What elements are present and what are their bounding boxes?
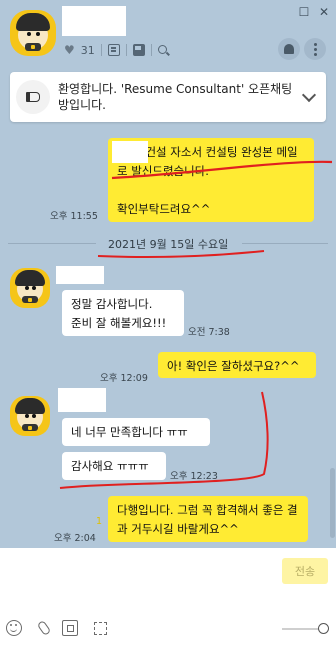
my-message-bubble[interactable]: 다행입니다. 그럼 꼭 합격해서 좋은 결과 거두시길 바랄게요^^: [108, 496, 308, 542]
red-bracket-annotation: [59, 391, 269, 489]
room-name-redacted: [62, 6, 126, 36]
avatar-eye: [25, 414, 29, 418]
header-meta: ♥ 31: [64, 42, 167, 58]
unread-count: 1: [96, 516, 103, 527]
chevron-down-icon[interactable]: [301, 87, 317, 103]
more-icon: [313, 47, 317, 51]
divider-line: [242, 243, 328, 244]
slider-knob[interactable]: [318, 623, 329, 634]
member-count: 31: [80, 43, 95, 57]
chat-scrollbar[interactable]: [330, 68, 335, 546]
drawer-icon[interactable]: [132, 44, 145, 56]
avatar-eye: [27, 32, 31, 36]
avatar-eye: [32, 414, 36, 418]
notice-banner[interactable]: 환영합니다. 'Resume Consultant' 오픈채팅방입니다.: [10, 72, 326, 122]
screen-capture-icon[interactable]: [62, 620, 78, 636]
divider-line: [8, 243, 96, 244]
divider: [150, 44, 152, 56]
avatar-eye: [36, 32, 40, 36]
megaphone-icon: [16, 80, 50, 114]
sender-avatar[interactable]: [10, 268, 50, 308]
avatar-hair: [15, 270, 45, 286]
menu-button[interactable]: [304, 38, 326, 60]
avatar-bow: [22, 424, 38, 431]
window-controls: ☐ ✕: [298, 5, 330, 19]
crop-icon[interactable]: [92, 620, 108, 636]
avatar-hair: [16, 13, 50, 31]
close-button[interactable]: ✕: [318, 5, 330, 19]
redacted-sender-name: [56, 266, 104, 284]
search-icon[interactable]: [157, 44, 167, 54]
divider: [100, 44, 102, 56]
avatar-hair: [15, 398, 45, 414]
emoji-icon[interactable]: [6, 620, 22, 636]
send-button[interactable]: 전송: [282, 558, 328, 584]
room-avatar[interactable]: [10, 10, 56, 56]
avatar-eye: [32, 286, 36, 290]
message-time: 오후 11:55: [50, 211, 98, 222]
attach-icon[interactable]: [36, 619, 52, 637]
composer-toolbar: [6, 619, 108, 637]
bell-icon: [284, 44, 294, 54]
composer: 전송: [0, 548, 336, 645]
scroll-thumb[interactable]: [330, 468, 335, 538]
megaphone-shape: [26, 92, 40, 102]
their-message-bubble[interactable]: 정말 감사합니다. 준비 잘 해볼게요!!!: [62, 290, 184, 336]
avatar-eye: [25, 286, 29, 290]
opacity-slider[interactable]: [282, 623, 329, 634]
message-time: 오후 12:09: [100, 373, 148, 384]
avatar-bow: [25, 43, 41, 51]
chat-header: ♥ 31 ☐ ✕: [0, 0, 336, 68]
heart-icon: ♥: [64, 43, 75, 57]
red-underline-annotation: [111, 160, 333, 180]
divider: [125, 44, 127, 56]
notice-text: 환영합니다. 'Resume Consultant' 오픈채팅방입니다.: [58, 82, 293, 112]
notice-board-icon[interactable]: [107, 44, 120, 56]
message-time: 오후 2:04: [54, 533, 96, 544]
maximize-button[interactable]: ☐: [298, 5, 310, 19]
message-time: 오전 7:38: [188, 327, 230, 338]
sender-avatar[interactable]: [10, 396, 50, 436]
avatar-bow: [22, 296, 38, 303]
red-underline-annotation: [97, 250, 265, 258]
message-input[interactable]: [8, 554, 268, 604]
notification-bell-button[interactable]: [278, 38, 300, 60]
my-message-bubble[interactable]: 아! 확인은 잘하셨구요?^^: [158, 352, 316, 378]
